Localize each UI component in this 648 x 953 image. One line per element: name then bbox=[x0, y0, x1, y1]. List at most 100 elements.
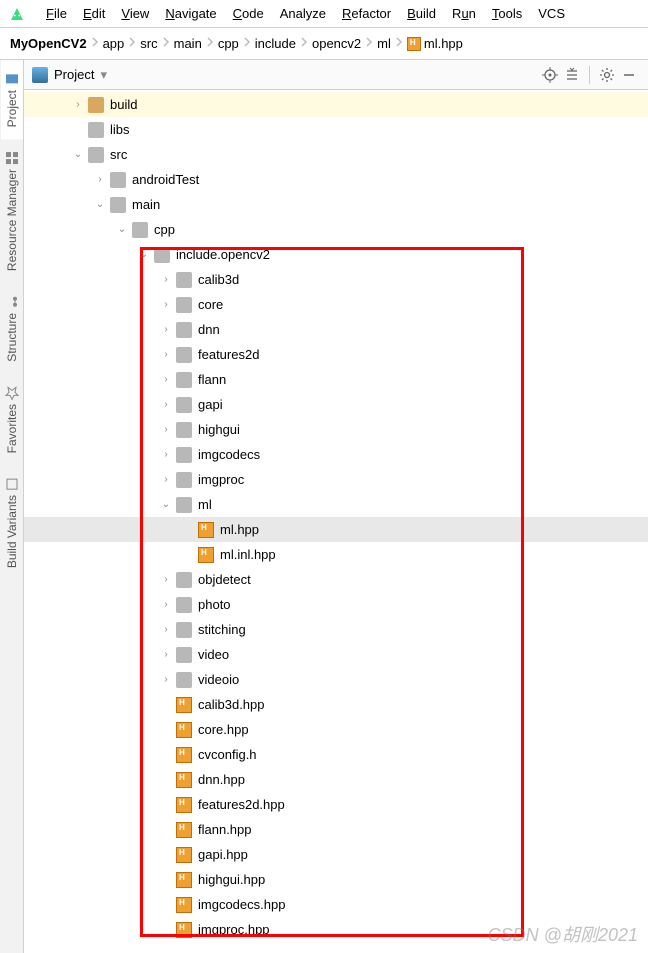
tree-row[interactable]: ›video bbox=[24, 642, 648, 667]
menu-refactor[interactable]: Refactor bbox=[334, 6, 399, 21]
tree-row[interactable]: cvconfig.h bbox=[24, 742, 648, 767]
tree-row[interactable]: calib3d.hpp bbox=[24, 692, 648, 717]
tree-row[interactable]: ›core bbox=[24, 292, 648, 317]
chevron-right-icon[interactable]: › bbox=[90, 174, 110, 185]
project-tree[interactable]: ›buildlibs⌄src›androidTest⌄main⌄cpp⌄incl… bbox=[24, 90, 648, 953]
tree-row[interactable]: flann.hpp bbox=[24, 817, 648, 842]
chevron-right-icon[interactable]: › bbox=[68, 99, 88, 110]
tree-row[interactable]: ›gapi bbox=[24, 392, 648, 417]
tree-row[interactable]: ›stitching bbox=[24, 617, 648, 642]
tree-row[interactable]: › flann bbox=[24, 367, 648, 392]
dropdown-icon[interactable]: ▾ bbox=[100, 67, 107, 83]
menu-run[interactable]: Run bbox=[444, 6, 484, 21]
breadcrumb-item[interactable]: opencv2 bbox=[310, 36, 363, 51]
breadcrumb-item[interactable]: include bbox=[253, 36, 298, 51]
tree-label: imgproc bbox=[198, 472, 244, 487]
tree-row[interactable]: imgproc.hpp bbox=[24, 917, 648, 942]
project-icon bbox=[32, 67, 48, 83]
tree-row[interactable]: ›objdetect bbox=[24, 567, 648, 592]
chevron-down-icon[interactable]: ⌄ bbox=[156, 499, 176, 510]
tree-label: imgcodecs.hpp bbox=[198, 897, 285, 912]
tree-row[interactable]: ›highgui bbox=[24, 417, 648, 442]
minimize-icon[interactable] bbox=[618, 64, 640, 86]
chevron-down-icon[interactable]: ⌄ bbox=[90, 199, 110, 210]
chevron-right-icon[interactable]: › bbox=[156, 449, 176, 460]
menu-edit[interactable]: Edit bbox=[75, 6, 113, 21]
breadcrumb-item[interactable]: src bbox=[138, 36, 159, 51]
menu-analyze[interactable]: Analyze bbox=[272, 6, 334, 21]
tree-row[interactable]: ⌄main bbox=[24, 192, 648, 217]
tree-row[interactable]: ›calib3d bbox=[24, 267, 648, 292]
tree-row[interactable]: ml.hpp bbox=[24, 517, 648, 542]
menu-view[interactable]: View bbox=[113, 6, 157, 21]
tree-row[interactable]: ⌄src bbox=[24, 142, 648, 167]
sidetab-project[interactable]: Project bbox=[1, 60, 23, 139]
sidetab-favorites[interactable]: Favorites bbox=[1, 374, 23, 465]
tree-row[interactable]: core.hpp bbox=[24, 717, 648, 742]
panel-header: Project ▾ bbox=[24, 60, 648, 90]
tree-row[interactable]: ›features2d bbox=[24, 342, 648, 367]
folder-icon bbox=[176, 647, 192, 663]
chevron-right-icon[interactable]: › bbox=[156, 424, 176, 435]
chevron-right-icon[interactable]: › bbox=[156, 374, 176, 385]
tree-label: flann bbox=[198, 372, 226, 387]
menu-tools[interactable]: Tools bbox=[484, 6, 530, 21]
chevron-down-icon[interactable]: ⌄ bbox=[68, 149, 88, 160]
chevron-right-icon[interactable]: › bbox=[156, 574, 176, 585]
tree-row[interactable]: ›dnn bbox=[24, 317, 648, 342]
folder-icon bbox=[132, 222, 148, 238]
menu-code[interactable]: Code bbox=[225, 6, 272, 21]
folder-icon bbox=[88, 122, 104, 138]
tree-row[interactable]: › imgcodecs bbox=[24, 442, 648, 467]
tree-row[interactable]: highgui.hpp bbox=[24, 867, 648, 892]
menu-file[interactable]: File bbox=[38, 6, 75, 21]
tree-row[interactable]: libs bbox=[24, 117, 648, 142]
header-file-icon bbox=[176, 822, 192, 838]
main-area: ProjectResource ManagerStructureFavorite… bbox=[0, 60, 648, 953]
gear-icon[interactable] bbox=[596, 64, 618, 86]
menu-build[interactable]: Build bbox=[399, 6, 444, 21]
tree-row[interactable]: ›androidTest bbox=[24, 167, 648, 192]
breadcrumb-item[interactable]: app bbox=[101, 36, 127, 51]
breadcrumb-item[interactable]: ml bbox=[375, 36, 393, 51]
chevron-right-icon[interactable]: › bbox=[156, 599, 176, 610]
chevron-right-icon bbox=[160, 36, 172, 51]
chevron-down-icon[interactable]: ⌄ bbox=[134, 249, 154, 260]
tree-row[interactable]: imgcodecs.hpp bbox=[24, 892, 648, 917]
sidetab-build-variants[interactable]: Build Variants bbox=[1, 465, 23, 580]
tree-row[interactable]: ml.inl.hpp bbox=[24, 542, 648, 567]
target-icon[interactable] bbox=[539, 64, 561, 86]
menu-vcs[interactable]: VCS bbox=[530, 6, 573, 21]
chevron-right-icon[interactable]: › bbox=[156, 299, 176, 310]
breadcrumb-item[interactable]: main bbox=[172, 36, 204, 51]
chevron-right-icon[interactable]: › bbox=[156, 674, 176, 685]
breadcrumb-item[interactable]: MyOpenCV2 bbox=[8, 36, 89, 51]
sidetab-icon bbox=[5, 72, 19, 86]
chevron-right-icon[interactable]: › bbox=[156, 649, 176, 660]
menu-navigate[interactable]: Navigate bbox=[157, 6, 224, 21]
tree-row[interactable]: features2d.hpp bbox=[24, 792, 648, 817]
sidetab-resource-manager[interactable]: Resource Manager bbox=[1, 139, 23, 283]
chevron-right-icon[interactable]: › bbox=[156, 274, 176, 285]
tree-row[interactable]: ⌄ ml bbox=[24, 492, 648, 517]
tree-row[interactable]: dnn.hpp bbox=[24, 767, 648, 792]
chevron-right-icon[interactable]: › bbox=[156, 624, 176, 635]
chevron-right-icon[interactable]: › bbox=[156, 324, 176, 335]
chevron-right-icon[interactable]: › bbox=[156, 474, 176, 485]
breadcrumb-item[interactable]: cpp bbox=[216, 36, 241, 51]
tree-row[interactable]: ›build bbox=[24, 92, 648, 117]
chevron-down-icon[interactable]: ⌄ bbox=[112, 224, 132, 235]
chevron-right-icon[interactable]: › bbox=[156, 399, 176, 410]
expand-icon[interactable] bbox=[561, 64, 583, 86]
tree-row[interactable]: › imgproc bbox=[24, 467, 648, 492]
tree-row[interactable]: gapi.hpp bbox=[24, 842, 648, 867]
tree-label: ml bbox=[198, 497, 212, 512]
chevron-right-icon[interactable]: › bbox=[156, 349, 176, 360]
tree-row[interactable]: ›photo bbox=[24, 592, 648, 617]
breadcrumb-item[interactable]: ml.hpp bbox=[405, 36, 465, 52]
tree-row[interactable]: ›videoio bbox=[24, 667, 648, 692]
sidetab-structure[interactable]: Structure bbox=[1, 283, 23, 374]
tree-label: imgcodecs bbox=[198, 447, 260, 462]
tree-row[interactable]: ⌄cpp bbox=[24, 217, 648, 242]
tree-row[interactable]: ⌄include.opencv2 bbox=[24, 242, 648, 267]
